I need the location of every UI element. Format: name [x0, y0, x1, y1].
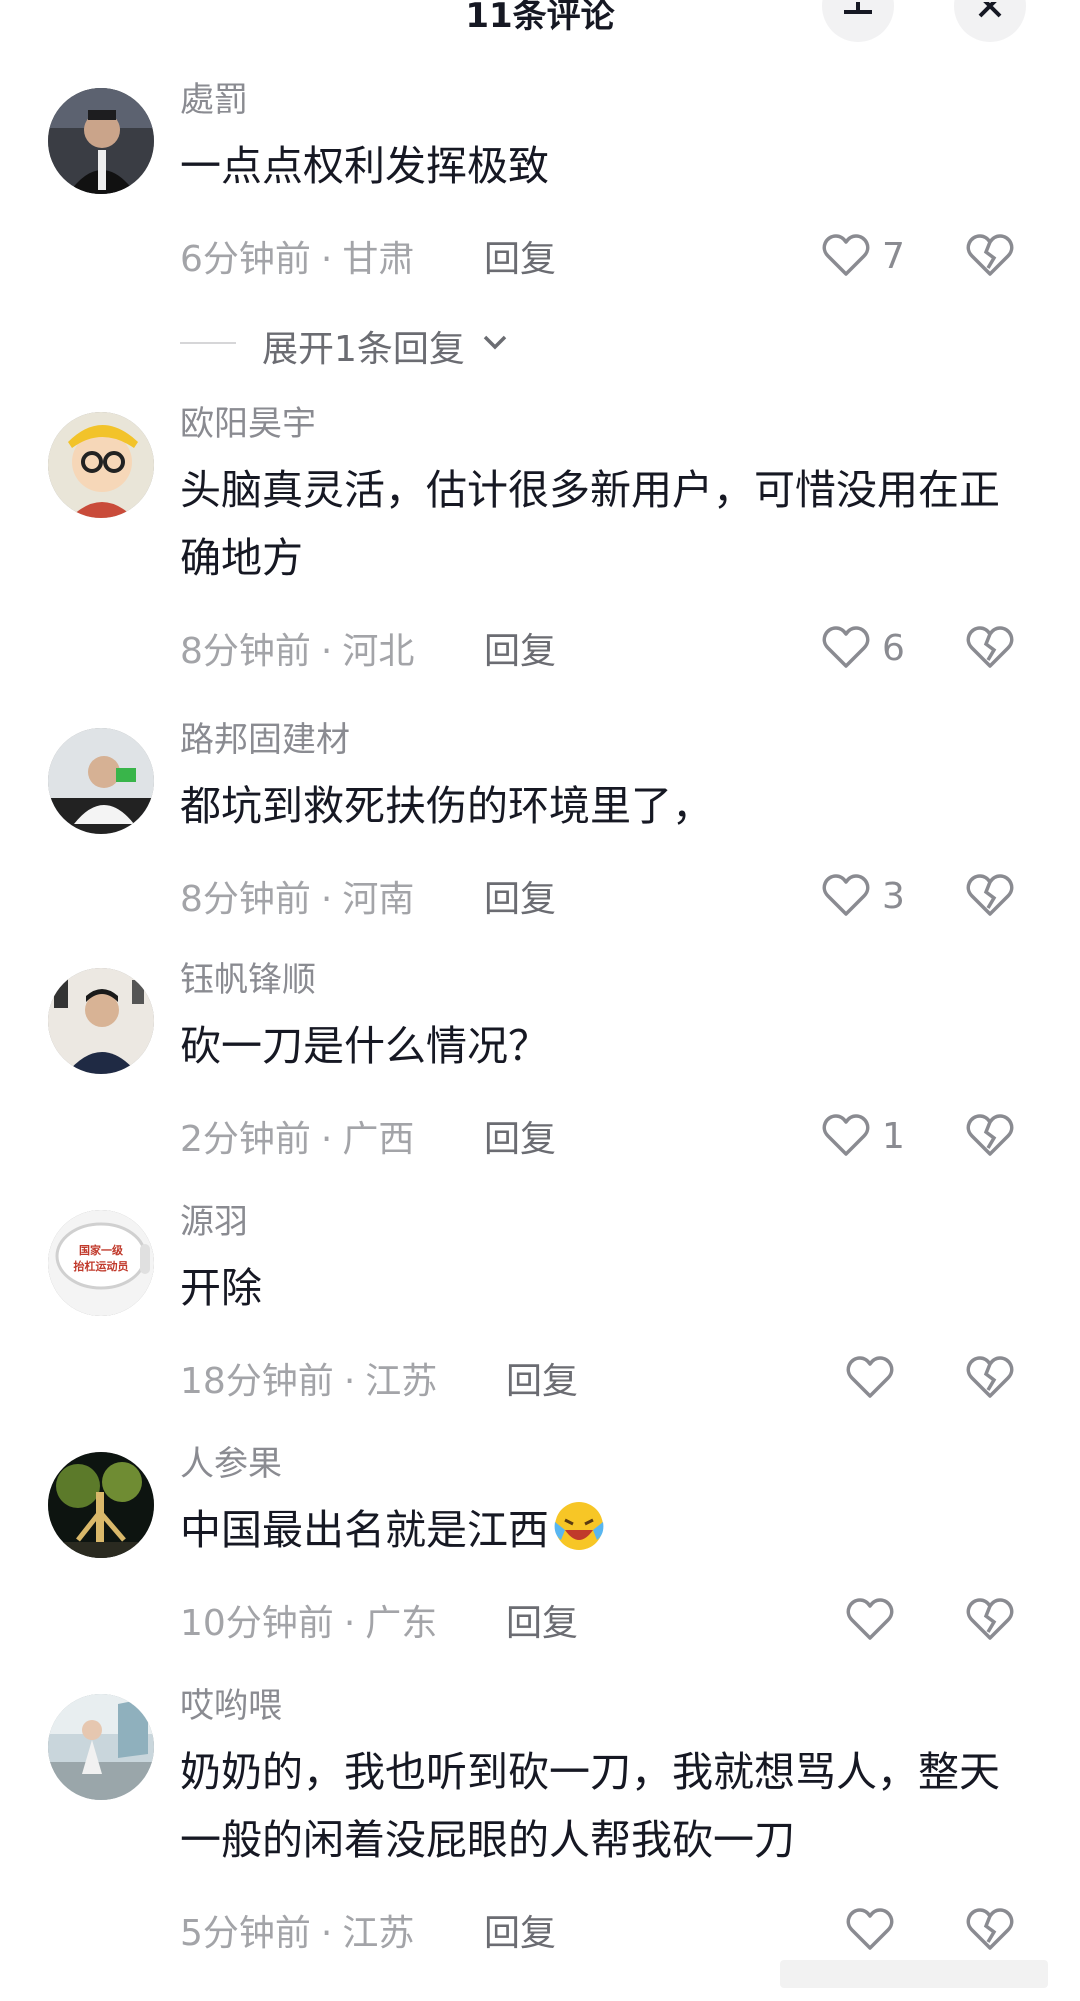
avatar[interactable] [48, 968, 154, 1074]
comment-location: 甘肃 [342, 239, 415, 280]
reply-button[interactable]: 回复 [484, 230, 556, 282]
comment-text-row: 中国最出名就是江西 [180, 1496, 1000, 1564]
broken-heart-icon [966, 1598, 1014, 1640]
dislike-button[interactable] [966, 234, 1018, 286]
laughing-crying-emoji-icon [554, 1502, 604, 1550]
heart-icon [822, 1114, 870, 1156]
comment-username[interactable]: 源羽 [180, 1194, 248, 1243]
close-icon [978, 2, 1002, 18]
avatar[interactable]: 国家一级 抬杠运动员 [48, 1210, 154, 1316]
comment-time: 6分钟前 [180, 239, 311, 280]
comment-location: 河南 [342, 879, 415, 920]
heart-icon [846, 1598, 894, 1640]
comment-username[interactable]: 路邦固建材 [180, 712, 350, 761]
reply-button[interactable]: 回复 [484, 1904, 556, 1956]
comment-text: 头脑真灵活，估计很多新用户，可惜没用在正确地方 [180, 466, 1000, 582]
avatar[interactable] [48, 88, 154, 194]
comment-count-title: 11条评论 [465, 0, 615, 36]
collapse-icon [844, 2, 872, 14]
comment-location: 江苏 [365, 1361, 438, 1402]
dislike-button[interactable] [966, 874, 1018, 926]
comment-location: 江苏 [342, 1913, 415, 1954]
comment-text: 一点点权利发挥极致 [180, 142, 549, 190]
bottom-overlay-bar [780, 1960, 1048, 1988]
reply-button[interactable]: 回复 [506, 1352, 578, 1404]
comment-meta: 5分钟前 · 江苏 [180, 1913, 415, 1954]
like-button[interactable] [846, 1596, 956, 1648]
chevron-down-icon [483, 335, 507, 350]
comment-meta: 10分钟前 · 广东 [180, 1603, 438, 1644]
broken-heart-icon [966, 1114, 1014, 1156]
comment-time: 10分钟前 [180, 1603, 334, 1644]
comment-location: 广西 [342, 1119, 415, 1160]
broken-heart-icon [966, 234, 1014, 276]
like-count: 1 [882, 1116, 905, 1157]
comment-time: 8分钟前 [180, 631, 311, 672]
dislike-button[interactable] [966, 1114, 1018, 1166]
divider-line [180, 342, 236, 344]
avatar[interactable] [48, 1452, 154, 1558]
avatar[interactable] [48, 728, 154, 834]
heart-icon [846, 1908, 894, 1950]
broken-heart-icon [966, 626, 1014, 668]
reply-button[interactable]: 回复 [506, 1594, 578, 1646]
avatar[interactable] [48, 1694, 154, 1800]
like-button[interactable]: 3 [822, 872, 932, 924]
comment-text: 奶奶的，我也听到砍一刀，我就想骂人，整天一般的闲着没屁眼的人帮我砍一刀 [180, 1748, 1000, 1864]
like-count: 7 [882, 236, 905, 277]
broken-heart-icon [966, 1908, 1014, 1950]
comment-time: 5分钟前 [180, 1913, 311, 1954]
comment-username[interactable]: 钰帆锋顺 [180, 952, 316, 1001]
comment-username[interactable]: 哎哟喂 [180, 1678, 282, 1727]
heart-icon [846, 1356, 894, 1398]
comment-username[interactable]: 處罰 [180, 72, 248, 121]
broken-heart-icon [966, 874, 1014, 916]
broken-heart-icon [966, 1356, 1014, 1398]
comment-meta: 18分钟前 · 江苏 [180, 1361, 438, 1402]
heart-icon [822, 874, 870, 916]
comment-text: 砍一刀是什么情况？ [180, 1022, 549, 1070]
reply-button[interactable]: 回复 [484, 870, 556, 922]
like-button[interactable] [846, 1906, 956, 1958]
avatar-badge-line1: 国家一级 [79, 1243, 124, 1257]
comment-meta: 8分钟前 · 河南 [180, 879, 415, 920]
comment-text: 开除 [180, 1264, 262, 1312]
heart-icon [822, 234, 870, 276]
like-button[interactable] [846, 1354, 956, 1406]
comment-text: 都坑到救死扶伤的环境里了， [180, 782, 713, 830]
heart-icon [822, 626, 870, 668]
like-count: 3 [882, 876, 905, 917]
avatar[interactable] [48, 412, 154, 518]
reply-button[interactable]: 回复 [484, 622, 556, 674]
comment-time: 18分钟前 [180, 1361, 334, 1402]
comment-location: 广东 [365, 1603, 438, 1644]
like-button[interactable]: 1 [822, 1112, 932, 1164]
comment-text: 中国最出名就是江西 [180, 1506, 549, 1554]
comment-meta: 6分钟前 · 甘肃 [180, 239, 415, 280]
dislike-button[interactable] [966, 1908, 1018, 1960]
like-button[interactable]: 6 [822, 624, 932, 676]
comment-time: 2分钟前 [180, 1119, 311, 1160]
like-count: 6 [882, 628, 905, 669]
avatar-badge-line2: 抬杠运动员 [74, 1259, 129, 1273]
comment-location: 河北 [342, 631, 415, 672]
comments-header: 11条评论 [0, 0, 1080, 42]
expand-replies-label: 展开1条回复 [262, 329, 465, 370]
comment-time: 8分钟前 [180, 879, 311, 920]
dislike-button[interactable] [966, 626, 1018, 678]
comment-username[interactable]: 人参果 [180, 1436, 282, 1485]
comment-username[interactable]: 欧阳昊宇 [180, 396, 316, 445]
dislike-button[interactable] [966, 1598, 1018, 1650]
like-button[interactable]: 7 [822, 232, 932, 284]
comment-meta: 2分钟前 · 广西 [180, 1119, 415, 1160]
comment-meta: 8分钟前 · 河北 [180, 631, 415, 672]
reply-button[interactable]: 回复 [484, 1110, 556, 1162]
dislike-button[interactable] [966, 1356, 1018, 1408]
